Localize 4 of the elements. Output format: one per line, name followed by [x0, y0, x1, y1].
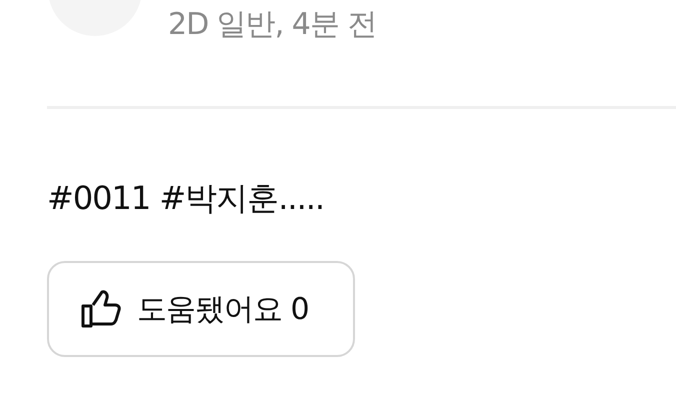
post-meta: 2D 일반, 4분 전: [168, 6, 376, 44]
thumbs-up-icon: [81, 290, 121, 328]
post-text: #0011 #박지훈.....: [47, 178, 324, 219]
helpful-button[interactable]: 도움됐어요 0: [47, 261, 355, 357]
